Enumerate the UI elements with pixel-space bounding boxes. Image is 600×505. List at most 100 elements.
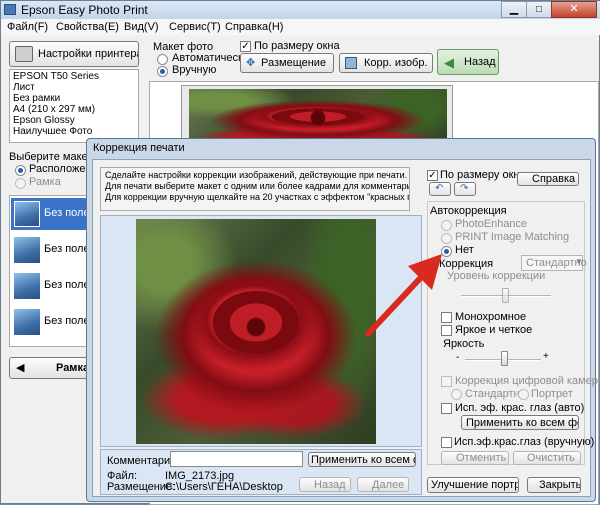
red-eye-auto-label: Исп. эф. крас. глаз (авто) [455, 402, 585, 414]
correction-level-label: Уровень коррекции [447, 270, 546, 282]
correct-image-button[interactable]: Корр. изобр. [339, 53, 433, 73]
template-thumb-1 [14, 201, 40, 227]
dialog-title: Коррекция печати [93, 142, 185, 154]
template-item-1[interactable]: Без полей [11, 198, 96, 230]
template-item-3[interactable]: Без полей ( [11, 270, 102, 302]
main-back-label: Назад [464, 56, 496, 68]
back-arrow-icon: ◀ [444, 55, 454, 70]
dialog-back-button[interactable]: Назад [299, 477, 351, 492]
standard-radio[interactable] [451, 389, 462, 400]
digital-camera-label: Коррекция цифровой камеры [455, 375, 600, 387]
app-icon [4, 4, 16, 15]
cancel-button[interactable]: Отменить [441, 451, 509, 465]
layout-manual-label: Вручную [172, 64, 217, 76]
portrait-improve-label: Улучшение портрета [431, 479, 518, 491]
placement-button[interactable]: ✥ Размещение [240, 53, 334, 73]
instructions-line-1: Сделайте настройки коррекции изображений… [105, 170, 408, 180]
main-fit-window-label: По размеру окна [254, 40, 340, 52]
photo-enhance-radio[interactable] [441, 220, 452, 231]
move-arrows-icon: ✥ [246, 57, 256, 69]
correction-select[interactable]: Стандартно ▼ [521, 255, 587, 271]
main-fit-window-checkbox[interactable]: ✓ [240, 41, 251, 52]
dialog-fit-window-label: По размеру окна [440, 169, 526, 181]
frame-button[interactable]: ◀ Рамка [9, 357, 95, 379]
dialog-next-label: Далее [372, 479, 405, 491]
red-eye-auto-checkbox[interactable] [441, 403, 452, 414]
printer-info-quality: Наилучшее Фото [13, 126, 93, 137]
instructions-line-3: Для коррекции вручную щелкайте на 20 уча… [105, 192, 410, 202]
layout-auto-radio[interactable] [157, 54, 168, 65]
printer-settings-button[interactable]: Настройки принтера [9, 41, 139, 67]
template-thumb-2 [14, 237, 40, 263]
annotation-arrow-icon [365, 254, 442, 337]
portrait-radio[interactable] [518, 389, 529, 400]
apply-all-correction-label: Применить ко всем фото [466, 417, 578, 429]
correction-level-slider[interactable] [502, 288, 509, 303]
choose-layout-label: Выберите макет [9, 151, 93, 163]
apply-all-correction-button[interactable]: Применить ко всем фото [461, 415, 579, 430]
pim-radio[interactable] [441, 233, 452, 244]
printer-icon [15, 46, 33, 62]
rotate-left-icon: ↶ [435, 183, 444, 194]
red-eye-manual-checkbox[interactable] [441, 437, 452, 448]
maximize-button[interactable]: □ [526, 1, 552, 18]
brightness-minus-sign: - [456, 352, 460, 363]
menu-help[interactable]: Справка(H) [225, 21, 283, 33]
rotate-left-button[interactable]: ↶ [429, 182, 451, 196]
printer-info-size: A4 (210 x 297 мм) [13, 104, 96, 115]
help-label: Справка [532, 173, 576, 185]
dialog-close-button[interactable]: Закрыть [527, 477, 581, 493]
instructions-box: Сделайте настройки коррекции изображений… [100, 167, 410, 211]
apply-all-comment-button[interactable]: Применить ко всем фото [308, 452, 416, 467]
printer-info-paper: Epson Glossy [13, 115, 75, 126]
help-button[interactable]: Справка [517, 172, 579, 186]
digital-camera-checkbox[interactable] [441, 376, 452, 387]
clear-label: Очистить [527, 452, 575, 464]
printer-info-sheet: Лист [13, 82, 35, 93]
arrangement-radio[interactable] [15, 165, 26, 176]
correct-image-label: Корр. изобр. [364, 57, 428, 69]
brightness-slider[interactable] [501, 351, 508, 366]
template-list: Без полей Без полей ( Без полей ( Без по… [9, 195, 102, 347]
apply-all-comment-label: Применить ко всем фото [311, 454, 415, 466]
bright-sharp-label: Яркое и четкое [455, 324, 533, 336]
minimize-button[interactable]: ▁ [501, 1, 527, 18]
location-value: C:\Users\ГЕНА\Desktop [165, 481, 283, 493]
placement-label: Размещение [261, 57, 327, 69]
dialog-next-button[interactable]: Далее [357, 477, 409, 492]
menu-view[interactable]: Вид(V) [124, 21, 159, 33]
clear-button[interactable]: Очистить [513, 451, 581, 465]
menu-tools[interactable]: Сервис(T) [169, 21, 221, 33]
comment-input[interactable] [170, 451, 303, 467]
chevron-down-icon: ▼ [575, 257, 583, 266]
menu-file[interactable]: Файл(F) [7, 21, 48, 33]
menu-properties[interactable]: Свойства(E) [56, 21, 119, 33]
layout-manual-radio[interactable] [157, 66, 168, 77]
frame-radio[interactable] [15, 178, 26, 189]
printer-info-box: EPSON T50 Series Лист Без рамки A4 (210 … [9, 69, 139, 143]
photo-enhance-label: PhotoEnhance [455, 218, 528, 230]
dialog-close-label: Закрыть [539, 479, 581, 491]
brightness-plus-sign: + [543, 351, 549, 362]
correction-dialog: Коррекция печати Сделайте настройки корр… [86, 138, 600, 502]
image-correct-icon [345, 57, 357, 69]
main-back-button[interactable]: ◀ Назад [437, 49, 499, 75]
template-thumb-4 [14, 309, 40, 335]
auto-correction-label: Автокоррекция [430, 205, 507, 217]
main-title-bar: Epson Easy Photo Print ▁ □ ✕ [1, 1, 600, 19]
red-eye-manual-label: Исп.эф.крас.глаз (вручную) [454, 436, 595, 448]
printer-settings-label: Настройки принтера [38, 48, 139, 60]
comment-label: Комментарии: [107, 455, 180, 467]
dialog-preview-photo[interactable] [136, 219, 376, 444]
main-window-title: Epson Easy Photo Print [21, 3, 148, 17]
rotate-right-button[interactable]: ↷ [454, 182, 476, 196]
pim-label: PRINT Image Matching [455, 231, 570, 243]
template-item-4[interactable]: Без полей ( [11, 306, 102, 338]
frame-label: Рамка [29, 176, 61, 188]
standard-label: Стандартно [465, 388, 526, 400]
dialog-fit-window-checkbox[interactable]: ✓ [427, 170, 438, 181]
template-item-2[interactable]: Без полей ( [11, 234, 102, 266]
instructions-line-2: Для печати выберите макет с одним или бо… [105, 181, 410, 191]
close-button[interactable]: ✕ [551, 1, 597, 18]
portrait-improve-button[interactable]: Улучшение портрета [427, 477, 519, 493]
